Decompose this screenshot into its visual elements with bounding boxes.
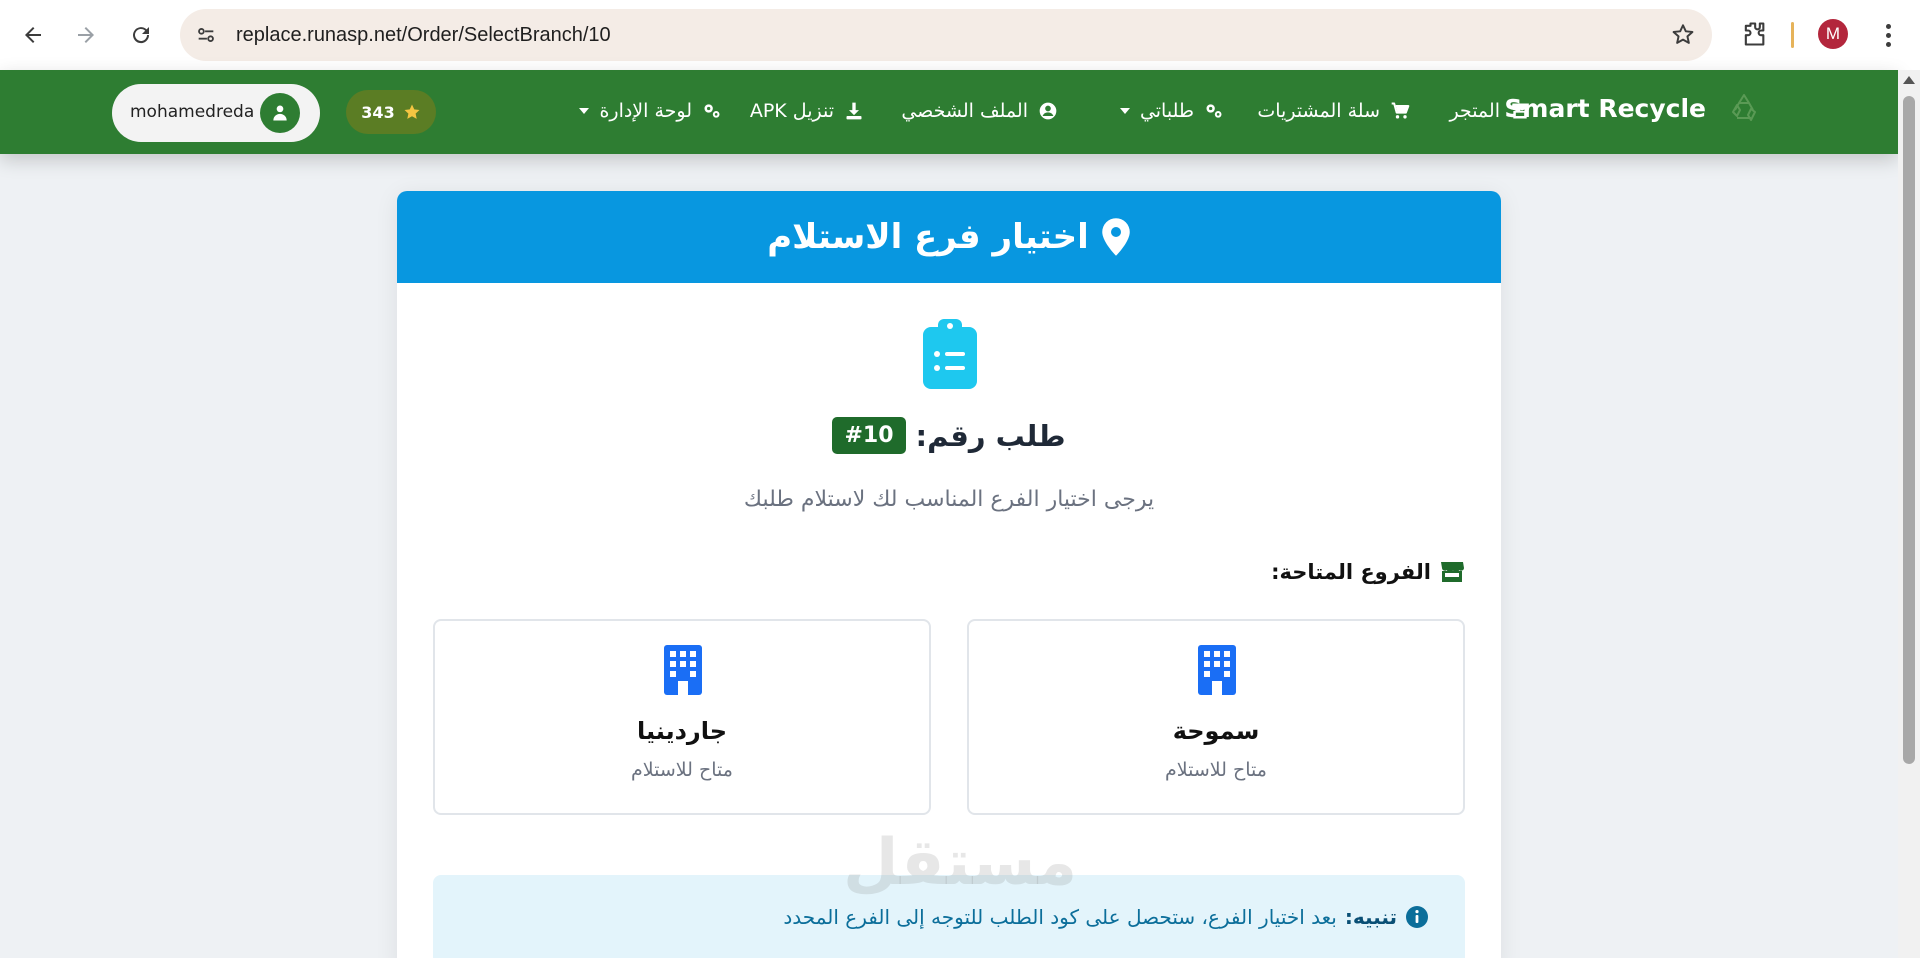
user-avatar bbox=[260, 93, 300, 133]
browser-toolbar: replace.runasp.net/Order/SelectBranch/10… bbox=[0, 0, 1920, 70]
points-value: 343 bbox=[361, 102, 395, 122]
points-badge[interactable]: 343 bbox=[346, 90, 436, 134]
card-header: اختيار فرع الاستلام bbox=[397, 191, 1501, 283]
order-label: طلب رقم: bbox=[915, 418, 1066, 453]
info-alert: تنبيه: بعد اختيار الفرع، ستحصل على كود ا… bbox=[433, 875, 1465, 958]
brand-name[interactable]: Smart Recycle bbox=[1504, 94, 1706, 123]
star-outline-icon[interactable] bbox=[1670, 22, 1696, 48]
nav-admin-panel-label: لوحة الإدارة bbox=[599, 100, 692, 122]
url-text[interactable]: replace.runasp.net/Order/SelectBranch/10 bbox=[236, 24, 611, 47]
page-title: اختيار فرع الاستلام bbox=[767, 217, 1089, 257]
branch-status: متاح للاستلام bbox=[1165, 759, 1267, 781]
username: mohamedreda bbox=[130, 102, 255, 122]
browser-menu-icon[interactable] bbox=[1876, 20, 1900, 50]
recycle-icon bbox=[1732, 94, 1756, 121]
reload-button[interactable] bbox=[121, 15, 161, 55]
chevron-down-icon bbox=[1119, 108, 1130, 114]
order-number-line: طلب رقم: #10 bbox=[397, 417, 1501, 454]
building-icon bbox=[1198, 645, 1236, 695]
toolbar-divider bbox=[1791, 22, 1794, 48]
reload-icon bbox=[133, 27, 150, 44]
arrow-right-icon bbox=[78, 27, 94, 43]
branch-card-smouha[interactable]: سموحة متاح للاستلام bbox=[967, 619, 1465, 815]
branch-card-gardenia[interactable]: جاردينيا متاح للاستلام bbox=[433, 619, 931, 815]
nav-profile-label: الملف الشخصي bbox=[901, 100, 1028, 122]
user-circle-icon bbox=[1039, 102, 1057, 120]
nav-profile[interactable]: الملف الشخصي bbox=[901, 100, 1058, 122]
alert-content: تنبيه: بعد اختيار الفرع، ستحصل على كود ا… bbox=[783, 905, 1429, 929]
instruction-text: يرجى اختيار الفرع المناسب لك لاستلام طلب… bbox=[743, 487, 1155, 512]
nav-admin-panel[interactable]: لوحة الإدارة bbox=[579, 100, 722, 122]
nav-store[interactable]: المتجر bbox=[1449, 100, 1530, 122]
cart-icon bbox=[1391, 102, 1410, 119]
branch-status: متاح للاستلام bbox=[631, 759, 733, 781]
order-number-badge: #10 bbox=[832, 417, 906, 454]
nav-my-orders-label: طلباتي bbox=[1139, 100, 1194, 122]
scroll-up-arrow-icon[interactable] bbox=[1903, 76, 1915, 84]
scrollbar-thumb[interactable] bbox=[1903, 96, 1915, 764]
nav-download-apk[interactable]: تنزيل APK bbox=[750, 100, 864, 122]
clipboard-list-icon bbox=[923, 319, 977, 389]
select-branch-card: اختيار فرع الاستلام طلب رقم: #10 يرجى اخ… bbox=[397, 191, 1501, 958]
alert-message: بعد اختيار الفرع، ستحصل على كود الطلب لل… bbox=[783, 905, 1337, 929]
nav-my-orders[interactable]: طلباتي bbox=[1119, 100, 1224, 122]
branch-name: جاردينيا bbox=[636, 717, 728, 745]
nav-download-apk-label: تنزيل APK bbox=[749, 100, 834, 122]
address-bar[interactable]: replace.runasp.net/Order/SelectBranch/10 bbox=[180, 9, 1712, 61]
brand[interactable]: Smart Recycle bbox=[1504, 92, 1760, 124]
map-pin-icon bbox=[1102, 218, 1130, 256]
app-navbar: Smart Recycle المتجر سلة المشتريات طلبات… bbox=[0, 70, 1898, 154]
building-icon bbox=[664, 645, 702, 695]
store-icon bbox=[1441, 562, 1464, 582]
profile-avatar[interactable]: M bbox=[1818, 19, 1848, 49]
forward-button[interactable] bbox=[66, 15, 106, 55]
branches-title-label: الفروع المتاحة: bbox=[1271, 560, 1431, 584]
puzzle-icon[interactable] bbox=[1740, 20, 1768, 48]
branches-section-title: الفروع المتاحة: bbox=[1271, 560, 1465, 584]
store-icon bbox=[1511, 103, 1529, 119]
nav-cart[interactable]: سلة المشتريات bbox=[1257, 100, 1410, 122]
download-icon bbox=[846, 102, 862, 120]
user-menu[interactable]: mohamedreda bbox=[112, 84, 320, 142]
chevron-down-icon bbox=[579, 108, 590, 114]
star-icon bbox=[404, 104, 420, 119]
user-icon bbox=[273, 105, 287, 121]
gears-icon bbox=[1206, 104, 1222, 118]
branch-name: سموحة bbox=[1172, 717, 1260, 745]
gears-icon bbox=[704, 104, 720, 118]
info-circle-icon bbox=[1406, 906, 1428, 928]
nav-store-label: المتجر bbox=[1449, 100, 1500, 122]
alert-label: تنبيه: bbox=[1344, 905, 1397, 929]
arrow-left-icon bbox=[25, 27, 41, 43]
back-button[interactable] bbox=[13, 15, 53, 55]
site-settings-icon[interactable] bbox=[194, 23, 218, 47]
nav-cart-label: سلة المشتريات bbox=[1257, 100, 1380, 122]
